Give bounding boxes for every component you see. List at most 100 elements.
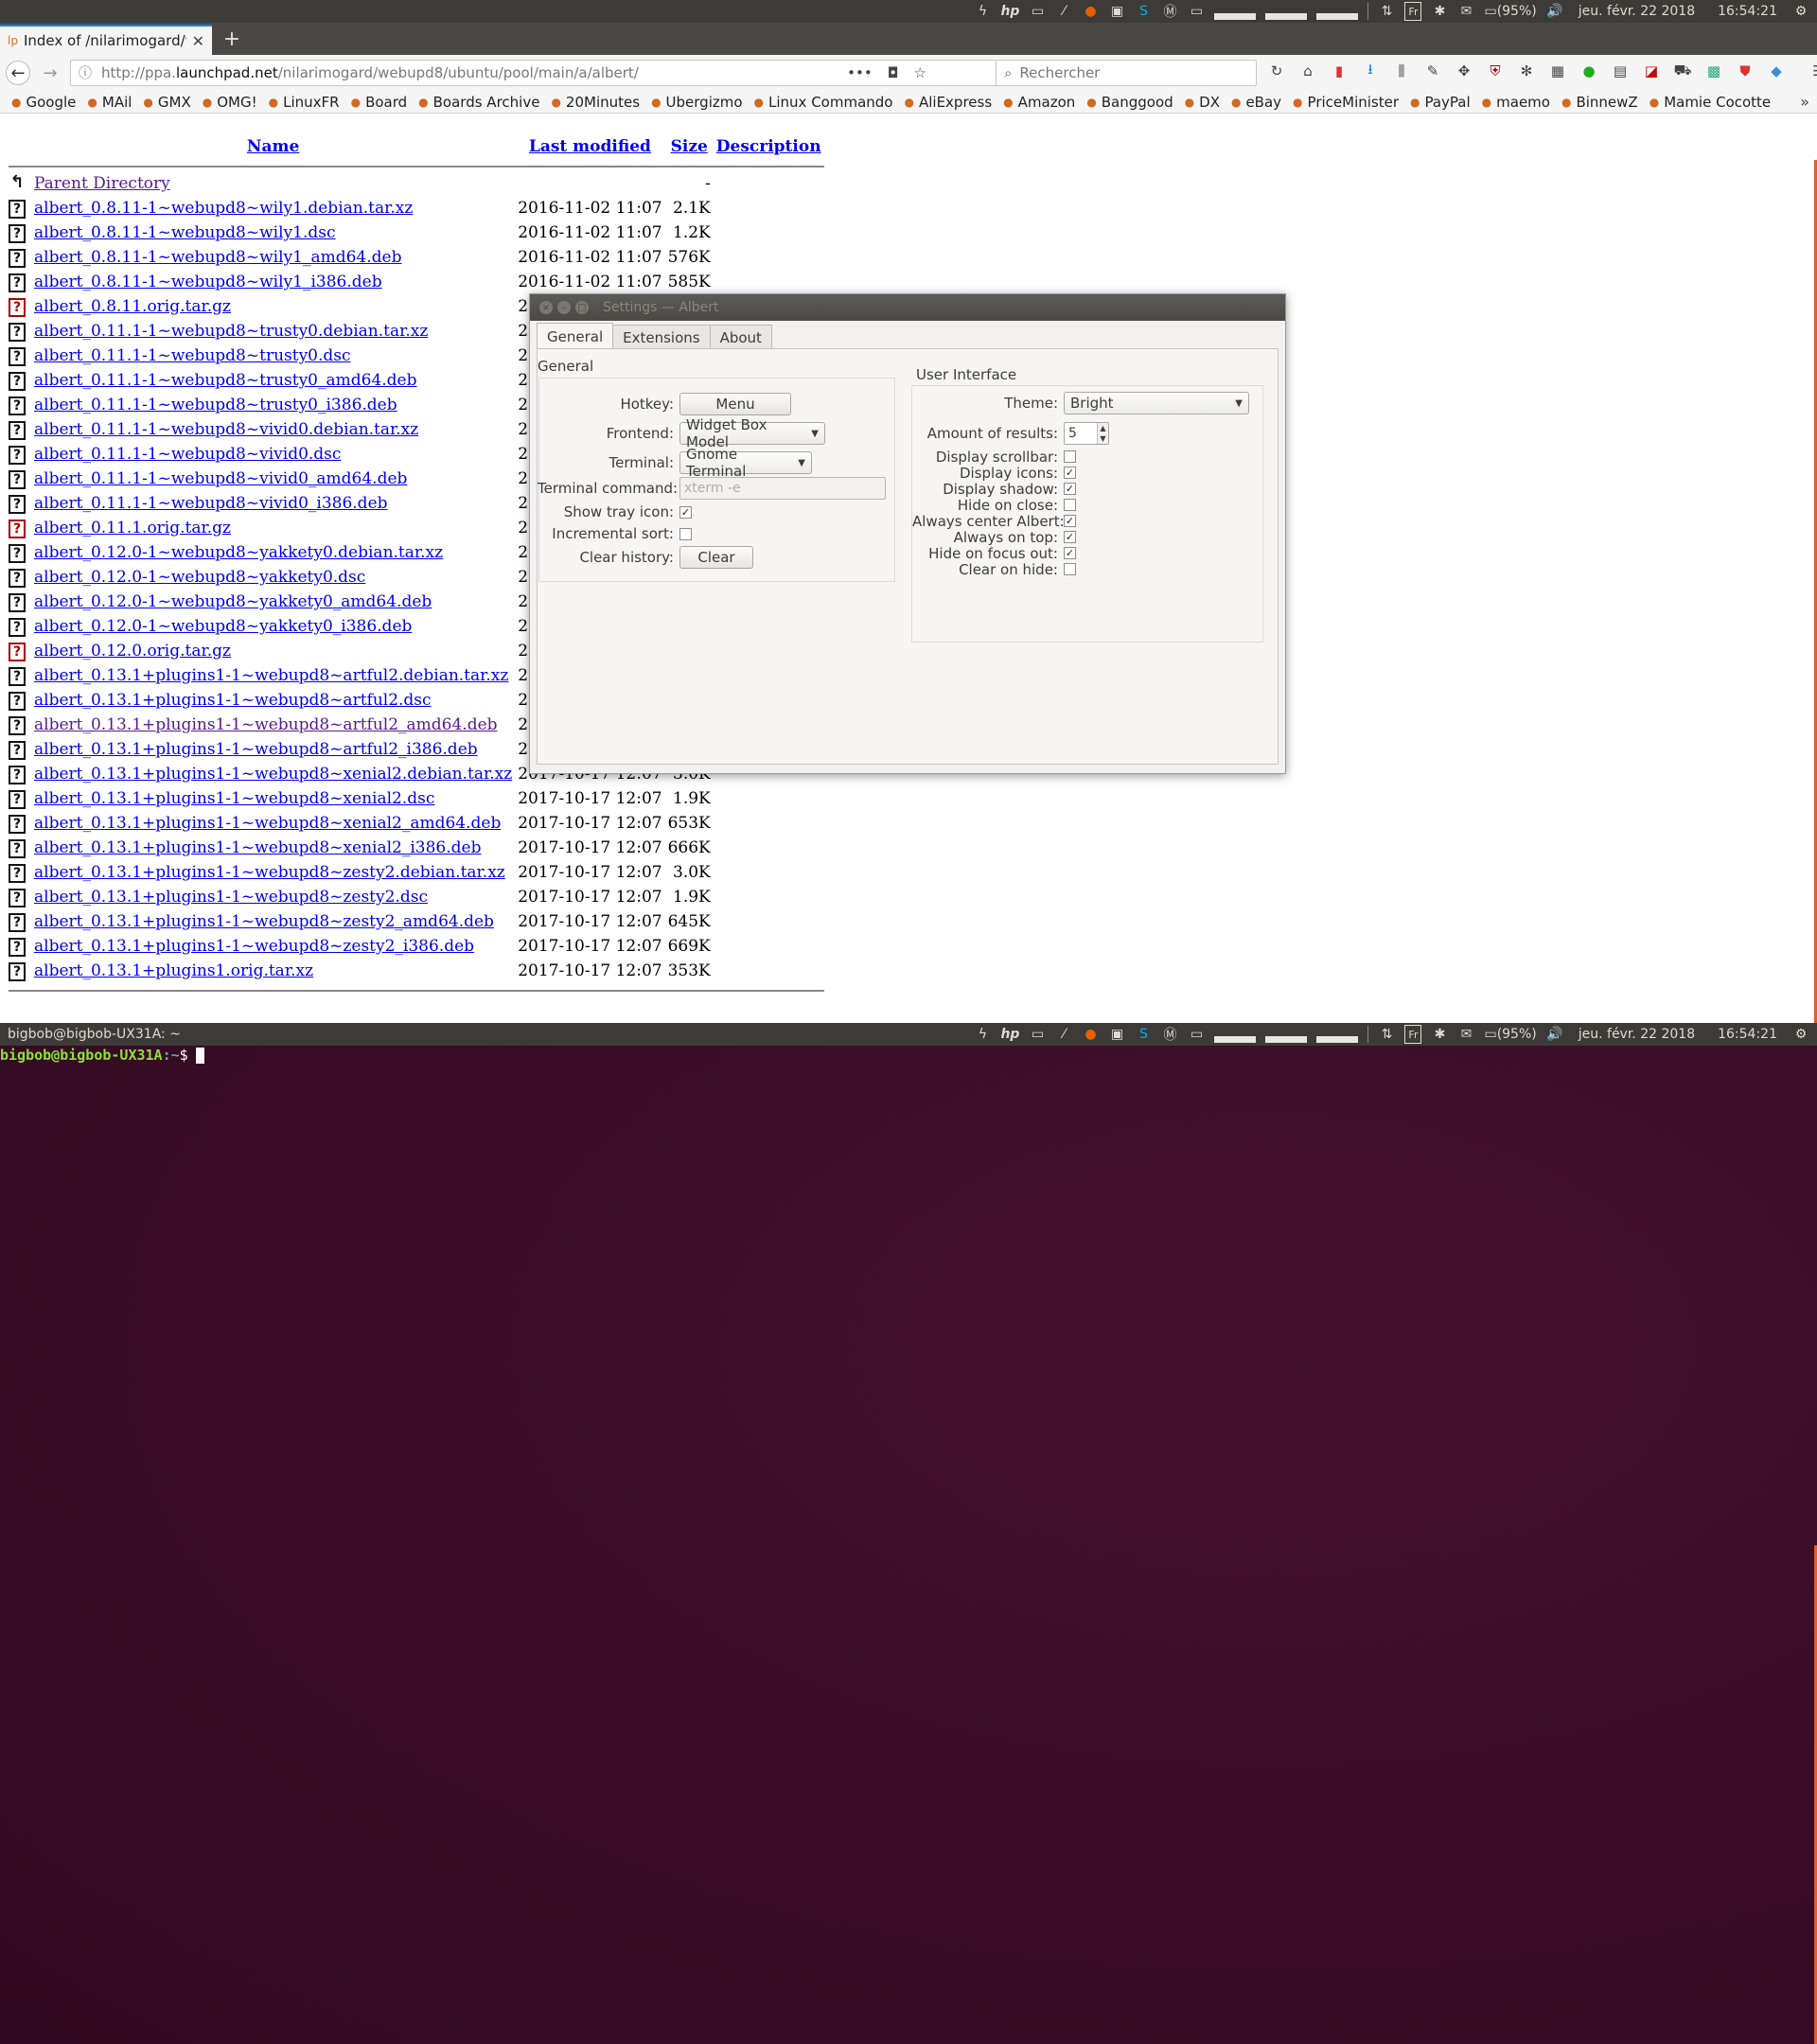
bookmark-item[interactable]: ● DX bbox=[1185, 94, 1220, 111]
search-input[interactable]: ⌕ Rechercher bbox=[996, 60, 1257, 86]
close-tab-icon[interactable]: ✕ bbox=[192, 32, 204, 50]
download-icon[interactable]: ⭳ bbox=[1360, 61, 1381, 81]
parent-directory-link[interactable]: Parent Directory bbox=[34, 174, 170, 193]
monitor-icon[interactable]: ▣ bbox=[1108, 1025, 1125, 1044]
monitor-icon[interactable]: ▣ bbox=[1108, 2, 1125, 21]
cast-icon[interactable]: ▭ bbox=[1029, 1025, 1046, 1044]
reload-icon[interactable]: ↻ bbox=[1266, 61, 1287, 81]
bookmark-item[interactable]: ● Linux Commando bbox=[754, 94, 893, 111]
signal-icon[interactable]: ⁄ bbox=[1055, 2, 1072, 21]
bookmark-item[interactable]: ● OMG! bbox=[203, 94, 257, 111]
more-bookmarks-icon[interactable]: » bbox=[1800, 93, 1809, 111]
ui-option-checkbox[interactable]: ✓ bbox=[1064, 547, 1076, 559]
ui-option-checkbox[interactable]: ✓ bbox=[1064, 467, 1076, 479]
grid-icon[interactable]: ▦ bbox=[1547, 61, 1568, 81]
clock-label[interactable]: 16:54:21 bbox=[1718, 1025, 1777, 1044]
file-link[interactable]: albert_0.11.1-1~webupd8~vivid0.debian.ta… bbox=[34, 420, 418, 439]
file-link[interactable]: albert_0.11.1-1~webupd8~vivid0_i386.deb bbox=[34, 494, 388, 513]
bluetooth-icon[interactable]: ✱ bbox=[1431, 2, 1448, 21]
file-link[interactable]: albert_0.13.1+plugins1-1~webupd8~zesty2_… bbox=[34, 912, 494, 931]
tab-general[interactable]: General bbox=[537, 323, 614, 349]
dialog-titlebar[interactable]: × – □ Settings — Albert bbox=[530, 294, 1285, 321]
keyboard-layout[interactable]: Fr bbox=[1404, 1025, 1422, 1044]
file-link[interactable]: albert_0.13.1+plugins1-1~webupd8~artful2… bbox=[34, 666, 508, 685]
size-header[interactable]: Size bbox=[665, 133, 714, 160]
m-icon[interactable]: Ⓜ bbox=[1161, 1025, 1178, 1044]
keyboard-layout[interactable]: Fr bbox=[1404, 2, 1422, 21]
mail-icon[interactable]: ✉ bbox=[1457, 2, 1474, 21]
theme-select[interactable]: Bright ▼ bbox=[1064, 392, 1249, 414]
bookmark-item[interactable]: ● maemo bbox=[1482, 94, 1550, 111]
sort-by-name-link[interactable]: Name bbox=[247, 137, 299, 156]
file-link[interactable]: albert_0.13.1+plugins1-1~webupd8~artful2… bbox=[34, 715, 498, 734]
file-link[interactable]: albert_0.13.1+plugins1-1~webupd8~xenial2… bbox=[34, 838, 481, 857]
file-link[interactable]: albert_0.11.1-1~webupd8~trusty0_amd64.de… bbox=[34, 371, 417, 390]
bookmark-item[interactable]: ● eBay bbox=[1231, 94, 1281, 111]
bookmark-item[interactable]: ● PriceMinister bbox=[1293, 94, 1399, 111]
firefox-icon[interactable]: ● bbox=[1082, 1025, 1099, 1044]
bookmark-item[interactable]: ● AliExpress bbox=[904, 94, 992, 111]
file-link[interactable]: albert_0.13.1+plugins1-1~webupd8~zesty2_… bbox=[34, 937, 474, 956]
bookmark-item[interactable]: ● Board bbox=[351, 94, 408, 111]
skype-icon[interactable]: S bbox=[1135, 1025, 1152, 1044]
mail-icon[interactable]: ✉ bbox=[1457, 1025, 1474, 1044]
bookmark-item[interactable]: ● Amazon bbox=[1003, 94, 1075, 111]
tab-extensions[interactable]: Extensions bbox=[612, 325, 711, 349]
network-icon[interactable]: ⇅ bbox=[1378, 2, 1395, 21]
home-icon[interactable]: ⌂ bbox=[1297, 61, 1318, 81]
red-addon-icon[interactable]: ◪ bbox=[1641, 61, 1662, 81]
browser-tab[interactable]: lp Index of /nilarimogard/w ✕ bbox=[0, 25, 212, 55]
terminal-window[interactable]: bigbob@bigbob-UX31A:~ $ bbox=[0, 1046, 1817, 2044]
date-label[interactable]: jeu. févr. 22 2018 bbox=[1579, 2, 1695, 21]
spin-down-icon[interactable]: ▼ bbox=[1098, 433, 1108, 444]
battery-indicator[interactable]: ▭ (95%) bbox=[1484, 1025, 1536, 1044]
gear-icon[interactable]: ⚙ bbox=[1792, 1025, 1809, 1044]
bookmark-item[interactable]: ● Ubergizmo bbox=[651, 94, 742, 111]
bookmark-item[interactable]: ● Mamie Cocotte bbox=[1649, 94, 1771, 111]
bookmark-item[interactable]: ● Google bbox=[11, 94, 76, 111]
sort-by-description-link[interactable]: Description bbox=[716, 137, 821, 156]
tab-about[interactable]: About bbox=[709, 325, 772, 349]
library-icon[interactable]: ⫼ bbox=[1391, 61, 1412, 81]
file-link[interactable]: albert_0.13.1+plugins1-1~webupd8~artful2… bbox=[34, 740, 478, 759]
bug-icon[interactable]: ✻ bbox=[1516, 61, 1537, 81]
file-link[interactable]: albert_0.8.11-1~webupd8~wily1_i386.deb bbox=[34, 273, 382, 291]
skype-icon[interactable]: S bbox=[1135, 2, 1152, 21]
file-link[interactable]: albert_0.11.1-1~webupd8~trusty0.debian.t… bbox=[34, 322, 428, 341]
pocket-icon[interactable]: ◘ bbox=[888, 64, 899, 81]
bookmark-item[interactable]: ● GMX bbox=[143, 94, 190, 111]
chat-icon[interactable]: ● bbox=[1579, 61, 1599, 81]
puzzle-icon[interactable]: ✥ bbox=[1454, 61, 1474, 81]
file-link[interactable]: albert_0.11.1-1~webupd8~trusty0.dsc bbox=[34, 346, 351, 365]
show-tray-checkbox[interactable]: ✓ bbox=[679, 505, 692, 519]
disk-icon[interactable]: ▭ bbox=[1188, 1025, 1205, 1044]
diamond-icon[interactable]: ◆ bbox=[1766, 61, 1787, 81]
car-icon[interactable]: ⛟ bbox=[1672, 61, 1693, 81]
results-spinbox[interactable]: 5 ▲ ▼ bbox=[1064, 422, 1109, 445]
date-label[interactable]: jeu. févr. 22 2018 bbox=[1579, 1025, 1695, 1044]
file-link[interactable]: albert_0.12.0-1~webupd8~yakkety0_i386.de… bbox=[34, 617, 412, 636]
hp-icon[interactable]: hp bbox=[1000, 1025, 1019, 1044]
firefox-icon[interactable]: ● bbox=[1082, 2, 1099, 21]
disk-icon[interactable]: ▭ bbox=[1188, 2, 1205, 21]
file-link[interactable]: albert_0.12.0-1~webupd8~yakkety0.debian.… bbox=[34, 543, 443, 562]
volume-icon[interactable]: 🔊 bbox=[1546, 2, 1563, 21]
hotkey-button[interactable]: Menu bbox=[679, 393, 791, 415]
file-link[interactable]: albert_0.12.0-1~webupd8~yakkety0_amd64.d… bbox=[34, 592, 432, 611]
description-header[interactable]: Description bbox=[714, 133, 824, 160]
info-icon[interactable]: ⓘ bbox=[79, 63, 92, 82]
file-link[interactable]: albert_0.12.0.orig.tar.gz bbox=[34, 642, 231, 661]
bookmark-item[interactable]: ● MAil bbox=[87, 94, 132, 111]
colors-icon[interactable]: ▩ bbox=[1703, 61, 1724, 81]
file-link[interactable]: albert_0.13.1+plugins1.orig.tar.xz bbox=[34, 961, 313, 980]
file-link[interactable]: albert_0.8.11.orig.tar.gz bbox=[34, 297, 231, 316]
file-link[interactable]: albert_0.11.1-1~webupd8~vivid0_amd64.deb bbox=[34, 469, 407, 488]
file-link[interactable]: albert_0.8.11-1~webupd8~wily1_amd64.deb bbox=[34, 248, 401, 267]
file-link[interactable]: albert_0.13.1+plugins1-1~webupd8~xenial2… bbox=[34, 789, 434, 808]
gear-icon[interactable]: ⚙ bbox=[1792, 2, 1809, 21]
file-link[interactable]: albert_0.13.1+plugins1-1~webupd8~xenial2… bbox=[34, 765, 512, 784]
network-icon[interactable]: ⇅ bbox=[1378, 1025, 1395, 1044]
bookmark-item[interactable]: ● 20Minutes bbox=[551, 94, 640, 111]
menu-icon[interactable]: ☰ bbox=[1808, 61, 1817, 81]
maximize-icon[interactable]: □ bbox=[575, 301, 589, 314]
